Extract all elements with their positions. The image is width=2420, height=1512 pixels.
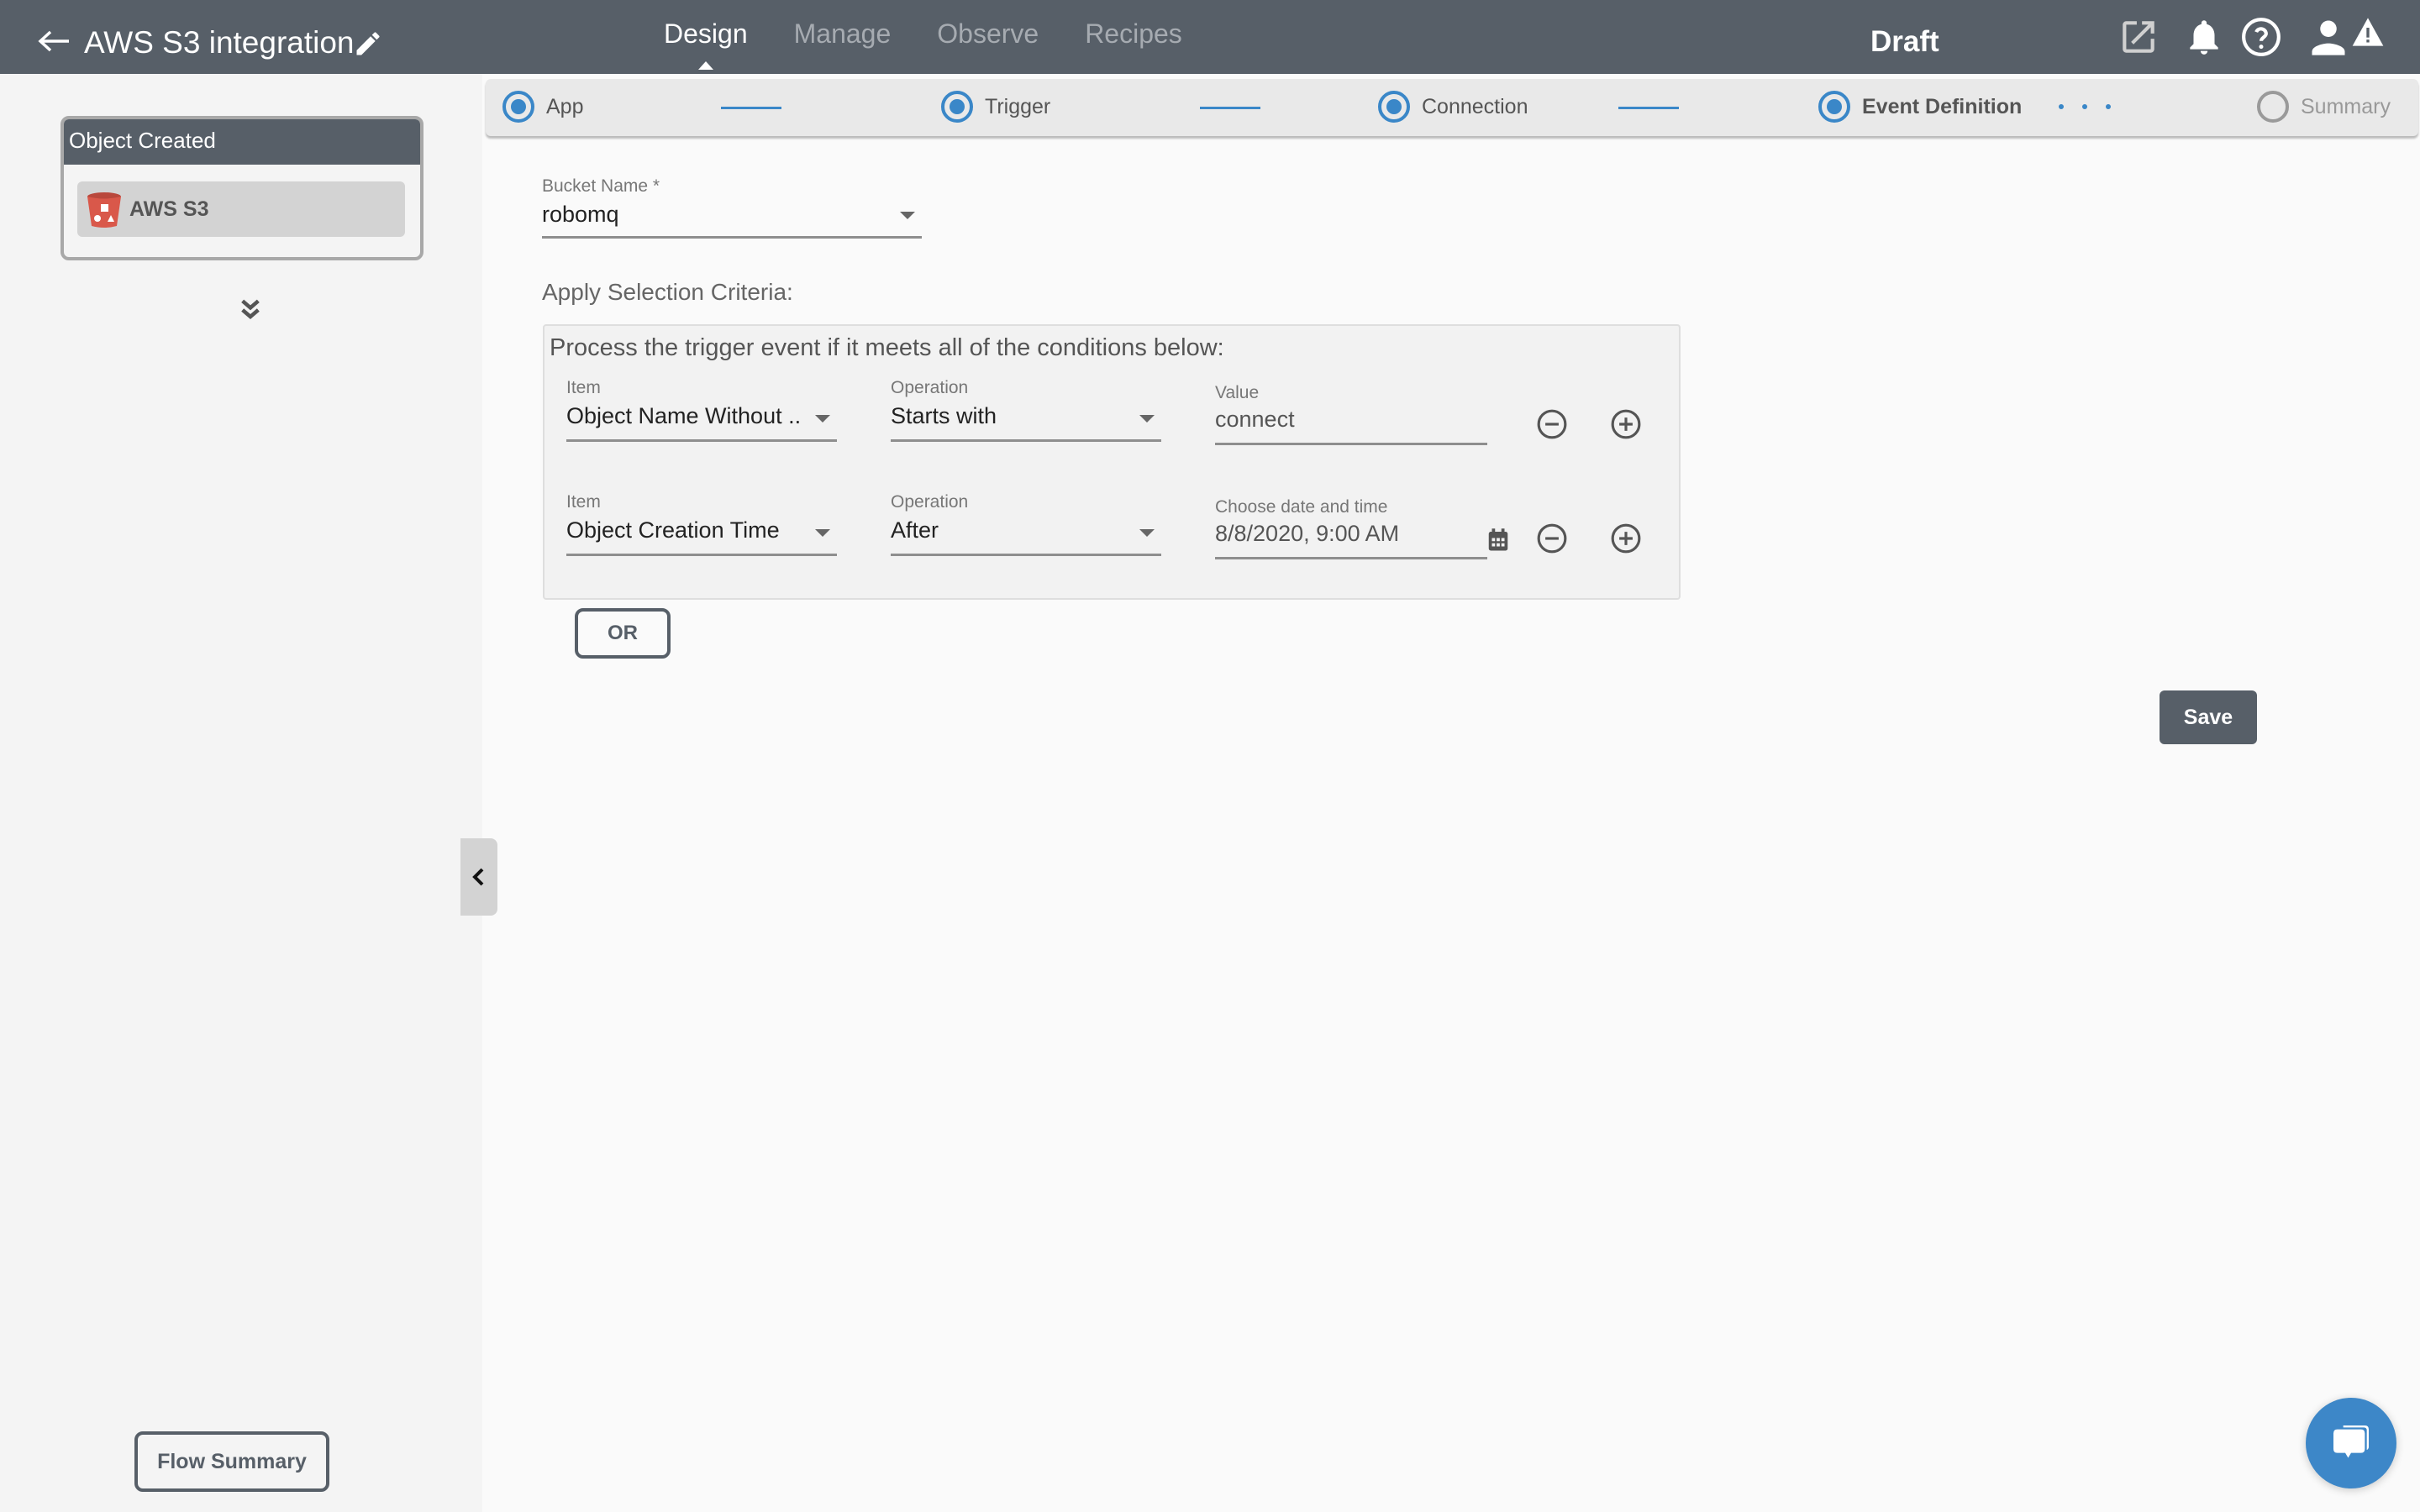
- dropdown-arrow-icon: [900, 212, 915, 219]
- criteria-intro: Process the trigger event if it meets al…: [550, 334, 1224, 361]
- step-label: Event Definition: [1862, 94, 2023, 118]
- back-arrow-icon[interactable]: [37, 29, 71, 54]
- nav-tab-label: Observe: [937, 18, 1039, 49]
- dropdown-arrow-icon: [815, 415, 830, 423]
- item-label: Item: [566, 492, 601, 512]
- step-label: App: [546, 94, 584, 118]
- help-icon[interactable]: [2240, 15, 2282, 59]
- step-done-icon: [1378, 91, 1410, 123]
- step-label: Summary: [2301, 94, 2391, 118]
- condition-datetime-input[interactable]: 8/8/2020, 9:00 AM: [1215, 521, 1487, 559]
- condition-value-input[interactable]: connect: [1215, 407, 1487, 445]
- user-icon[interactable]: [2304, 15, 2353, 59]
- condition-operation-value: Starts with: [891, 403, 997, 428]
- external-link-icon[interactable]: [2118, 15, 2160, 59]
- add-condition-icon[interactable]: [1610, 408, 1642, 440]
- step-connection[interactable]: Connection: [1378, 91, 1528, 123]
- step-connector: [721, 107, 781, 109]
- value-label: Value: [1215, 383, 1260, 402]
- step-label: Trigger: [985, 94, 1051, 118]
- wizard-stepper: App Trigger Connection Event Definition …: [486, 79, 2418, 136]
- step-app[interactable]: App: [502, 91, 583, 123]
- condition-item-value: Object Name Without ...: [566, 403, 802, 428]
- datetime-label: Choose date and time: [1215, 497, 1388, 517]
- condition-operation-select[interactable]: Starts with: [891, 403, 1161, 442]
- main-nav: Design Manage Observe Recipes: [664, 18, 1228, 70]
- condition-datetime-text: 8/8/2020, 9:00 AM: [1215, 521, 1400, 546]
- add-condition-icon[interactable]: [1610, 522, 1642, 554]
- condition-value-text: connect: [1215, 407, 1295, 432]
- nav-tab-recipes[interactable]: Recipes: [1085, 18, 1182, 50]
- node-title: Object Created: [64, 119, 420, 165]
- step-current-icon: [1818, 91, 1850, 123]
- step-connector: [1200, 107, 1260, 109]
- bell-icon[interactable]: [2183, 15, 2225, 59]
- chat-bubble-icon: [2333, 1425, 2369, 1458]
- nav-tab-design[interactable]: Design: [664, 18, 748, 70]
- flow-summary-button[interactable]: Flow Summary: [134, 1431, 329, 1492]
- warning-icon[interactable]: [2351, 15, 2385, 49]
- nav-tab-label: Recipes: [1085, 18, 1182, 49]
- remove-condition-icon[interactable]: [1536, 522, 1568, 554]
- step-trigger[interactable]: Trigger: [941, 91, 1050, 123]
- nav-tab-label: Design: [664, 18, 748, 49]
- condition-item-value: Object Creation Time: [566, 517, 780, 543]
- or-button[interactable]: OR: [575, 608, 671, 659]
- bucket-name-select[interactable]: robomq: [542, 202, 922, 239]
- aws-s3-bucket-icon: [87, 192, 121, 228]
- pencil-icon[interactable]: [353, 29, 383, 59]
- save-button[interactable]: Save: [2160, 690, 2257, 744]
- nav-tab-label: Manage: [793, 18, 892, 49]
- sidebar-collapse-handle[interactable]: [460, 838, 497, 916]
- trigger-node-card[interactable]: Object Created AWS S3: [60, 116, 424, 260]
- status-badge: Draft: [1870, 25, 1939, 58]
- condition-item-select[interactable]: Object Name Without ...: [566, 403, 837, 442]
- step-connector-dotted: [2059, 104, 2111, 109]
- step-pending-icon: [2257, 91, 2289, 123]
- item-label: Item: [566, 378, 601, 397]
- step-summary[interactable]: Summary: [2257, 91, 2391, 123]
- integration-title: AWS S3 integration: [84, 25, 355, 60]
- dropdown-arrow-icon: [1139, 415, 1155, 423]
- node-app-chip[interactable]: AWS S3: [77, 181, 405, 237]
- dropdown-arrow-icon: [1139, 529, 1155, 537]
- step-done-icon: [941, 91, 973, 123]
- chevron-left-icon: [472, 868, 484, 886]
- step-connector: [1618, 107, 1679, 109]
- step-label: Connection: [1422, 94, 1528, 118]
- remove-condition-icon[interactable]: [1536, 408, 1568, 440]
- criteria-group: Process the trigger event if it meets al…: [543, 324, 1681, 600]
- operation-label: Operation: [891, 492, 969, 512]
- criteria-title: Apply Selection Criteria:: [542, 279, 793, 305]
- nav-tab-manage[interactable]: Manage: [794, 18, 892, 50]
- step-event-definition[interactable]: Event Definition: [1818, 91, 2022, 123]
- chat-widget-button[interactable]: [2306, 1398, 2396, 1488]
- active-tab-caret: [697, 61, 713, 70]
- flow-sidebar: Object Created AWS S3 Flow Summary: [0, 74, 482, 1512]
- bucket-name-label: Bucket Name *: [542, 176, 660, 196]
- bucket-name-value: robomq: [542, 202, 619, 227]
- condition-operation-value: After: [891, 517, 939, 543]
- double-chevron-down-icon[interactable]: [237, 296, 264, 324]
- top-header: AWS S3 integration Design Manage Observe…: [0, 0, 2420, 74]
- node-app-label: AWS S3: [129, 197, 209, 221]
- operation-label: Operation: [891, 378, 969, 397]
- calendar-icon[interactable]: [1487, 528, 1509, 553]
- dropdown-arrow-icon: [815, 529, 830, 537]
- nav-tab-observe[interactable]: Observe: [937, 18, 1039, 50]
- condition-item-select[interactable]: Object Creation Time: [566, 517, 837, 556]
- condition-operation-select[interactable]: After: [891, 517, 1161, 556]
- step-done-icon: [502, 91, 534, 123]
